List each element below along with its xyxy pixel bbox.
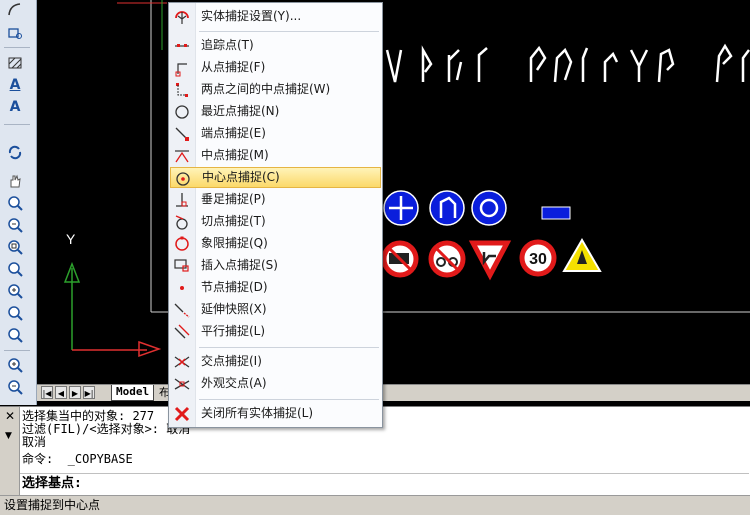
menu-item-intersection[interactable]: 交点捕捉(I)	[170, 351, 381, 372]
snap-off-icon	[174, 406, 190, 422]
snap-settings-icon	[175, 11, 189, 24]
zoom-realtime-icon[interactable]	[5, 194, 25, 212]
left-toolbar: A A	[0, 0, 37, 405]
parallel-icon	[174, 324, 190, 339]
ucs-axis-icon	[63, 261, 162, 358]
tab-model[interactable]: Model	[111, 385, 155, 401]
object-snap-context-menu: 实体捕捉设置(Y)... 追踪点(T) 从点捕捉(F) 两点之间的中点捕捉(W)…	[168, 2, 383, 428]
text-tool-icon[interactable]: A	[5, 98, 25, 116]
menu-item-insertion[interactable]: 插入点捕捉(S)	[170, 255, 381, 276]
zoom-window-icon[interactable]	[5, 238, 25, 256]
red-traffic-signs: 30	[381, 238, 602, 281]
menu-item-node[interactable]: 节点捕捉(D)	[170, 277, 381, 298]
road-marking-arrows	[385, 43, 750, 83]
y-axis-label: Y	[66, 231, 76, 247]
quadrant-icon	[175, 236, 189, 251]
menu-item-snap-off[interactable]: 关闭所有实体捕捉(L)	[170, 403, 381, 424]
menu-item-snap-settings[interactable]: 实体捕捉设置(Y)...	[170, 6, 381, 27]
menu-item-tracking[interactable]: 追踪点(T)	[170, 35, 381, 56]
command-prompt-input[interactable]: 选择基点:	[20, 473, 749, 493]
command-history-line: 命令: _COPYBASE	[22, 452, 133, 466]
close-icon[interactable]: ✕	[5, 409, 15, 423]
menu-item-parallel[interactable]: 平行捕捉(L)	[170, 321, 381, 342]
tab-prev-icon[interactable]: ◀	[55, 386, 67, 399]
zoom-dynamic-icon[interactable]	[5, 260, 25, 278]
mid-between-points-icon	[176, 83, 188, 97]
tangent-icon	[175, 215, 188, 230]
extension-icon	[174, 303, 190, 318]
zoom-minus-icon[interactable]	[5, 378, 25, 396]
menu-item-extension[interactable]: 延伸快照(X)	[170, 299, 381, 320]
menu-item-apparent-intersection[interactable]: 外观交点(A)	[170, 373, 381, 394]
menu-item-center[interactable]: 中心点捕捉(C)	[170, 167, 381, 188]
tab-first-icon[interactable]: |◀	[41, 386, 53, 399]
regen-icon[interactable]	[5, 143, 25, 161]
midpoint-icon	[175, 150, 189, 163]
zoom-previous-icon[interactable]	[5, 216, 25, 234]
status-bar: 设置捕捉到中心点	[0, 495, 750, 515]
menu-item-mid-between-points[interactable]: 两点之间的中点捕捉(W)	[170, 79, 381, 100]
chevron-down-icon[interactable]: ▼	[5, 431, 12, 441]
menu-item-perpendicular[interactable]: 垂足捕捉(P)	[170, 189, 381, 210]
insertion-icon	[174, 259, 189, 272]
intersection-icon	[174, 356, 190, 368]
menu-item-nearest[interactable]: 最近点捕捉(N)	[170, 101, 381, 122]
zoom-in-icon[interactable]	[5, 282, 25, 300]
command-window-handle[interactable]: ✕ ▼	[0, 407, 20, 495]
node-icon	[180, 286, 184, 290]
command-history-line: 取消	[22, 435, 47, 449]
zoom-plus-icon[interactable]	[5, 356, 25, 374]
zoom-extents-icon[interactable]	[5, 304, 25, 322]
menu-item-quadrant[interactable]: 象限捕捉(Q)	[170, 233, 381, 254]
menu-item-midpoint[interactable]: 中点捕捉(M)	[170, 145, 381, 166]
menu-item-endpoint[interactable]: 端点捕捉(E)	[170, 123, 381, 144]
perpendicular-icon	[176, 193, 188, 207]
menu-item-tangent[interactable]: 切点捕捉(T)	[170, 211, 381, 232]
blue-traffic-signs	[383, 190, 571, 226]
zoom-all-icon[interactable]	[5, 326, 25, 344]
arc-tool-icon[interactable]	[5, 0, 25, 18]
hatch-tool-icon[interactable]	[5, 54, 25, 72]
tab-last-icon[interactable]: ▶|	[83, 386, 95, 399]
speed-limit-text: 30	[529, 251, 547, 268]
block-tool-icon[interactable]	[5, 24, 25, 42]
from-point-icon	[175, 63, 187, 77]
endpoint-icon	[175, 127, 189, 141]
layout-tabs-bar: |◀ ◀ ▶ ▶| Model 布	[37, 384, 750, 401]
tracking-icon	[175, 44, 189, 47]
apparent-intersection-icon	[174, 378, 190, 390]
nearest-icon	[175, 105, 189, 119]
command-history-line: 过滤(FIL)/<选择对象>: 取消	[22, 422, 191, 436]
center-icon	[176, 172, 190, 186]
pan-hand-icon[interactable]	[5, 172, 25, 190]
mtext-tool-icon[interactable]: A	[5, 76, 25, 94]
drawing-canvas[interactable]: 30 Y	[37, 0, 750, 384]
menu-item-from-point[interactable]: 从点捕捉(F)	[170, 57, 381, 78]
tab-next-icon[interactable]: ▶	[69, 386, 81, 399]
